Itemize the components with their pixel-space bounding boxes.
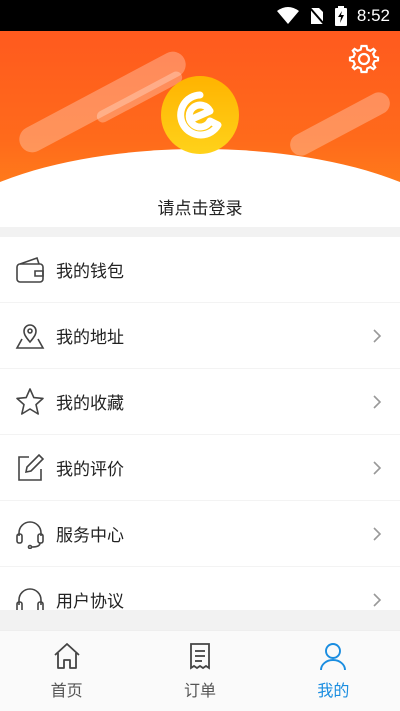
menu-item-user-agreement[interactable]: 用户协议	[0, 567, 400, 610]
star-icon	[14, 386, 46, 418]
menu-item-address[interactable]: 我的地址	[0, 303, 400, 369]
tab-orders[interactable]: 订单	[133, 631, 266, 711]
menu-item-reviews[interactable]: 我的评价	[0, 435, 400, 501]
menu-label: 我的钱包	[56, 262, 124, 282]
menu-label: 用户协议	[56, 592, 124, 610]
menu-label: 我的评价	[56, 460, 124, 480]
headphones-icon	[14, 584, 46, 610]
wallet-icon	[14, 254, 46, 286]
chevron-right-icon	[373, 526, 382, 541]
edit-icon	[14, 452, 46, 484]
settings-gear-icon[interactable]	[348, 43, 380, 75]
section-divider	[0, 610, 400, 630]
headset-icon	[14, 518, 46, 550]
menu-item-service-center[interactable]: 服务中心	[0, 501, 400, 567]
decor-stripe	[286, 88, 394, 160]
section-divider	[0, 227, 400, 237]
e-logo-icon	[177, 91, 222, 139]
chevron-right-icon	[373, 592, 382, 607]
profile-header: 请点击登录	[0, 31, 400, 227]
tab-label: 订单	[183, 681, 216, 700]
tab-home[interactable]: 首页	[0, 631, 133, 711]
status-time: 8:52	[356, 5, 390, 25]
menu-label: 服务中心	[56, 526, 124, 546]
login-prompt[interactable]: 请点击登录	[0, 194, 400, 219]
menu-label: 我的地址	[56, 328, 124, 348]
chevron-right-icon	[373, 328, 382, 343]
status-bar: 8:52	[0, 0, 400, 31]
wifi-icon	[276, 6, 299, 24]
menu-list: 我的钱包 我的地址 我的收藏 我的评价 服务中心 用户协议	[0, 237, 400, 610]
menu-item-wallet[interactable]: 我的钱包	[0, 237, 400, 303]
menu-item-favorites[interactable]: 我的收藏	[0, 369, 400, 435]
location-icon	[14, 320, 46, 352]
tab-label: 我的	[317, 681, 350, 700]
home-icon	[54, 643, 80, 669]
chevron-right-icon	[373, 460, 382, 475]
tab-label: 首页	[50, 681, 83, 700]
chevron-right-icon	[373, 394, 382, 409]
user-icon	[320, 643, 347, 671]
receipt-icon	[190, 643, 210, 670]
battery-charging-icon	[334, 5, 347, 26]
menu-label: 我的收藏	[56, 394, 124, 414]
no-sim-icon	[309, 6, 325, 25]
bottom-tab-bar: 首页 订单 我的	[0, 630, 400, 711]
tab-mine[interactable]: 我的	[267, 631, 400, 711]
avatar-logo[interactable]	[161, 76, 239, 154]
